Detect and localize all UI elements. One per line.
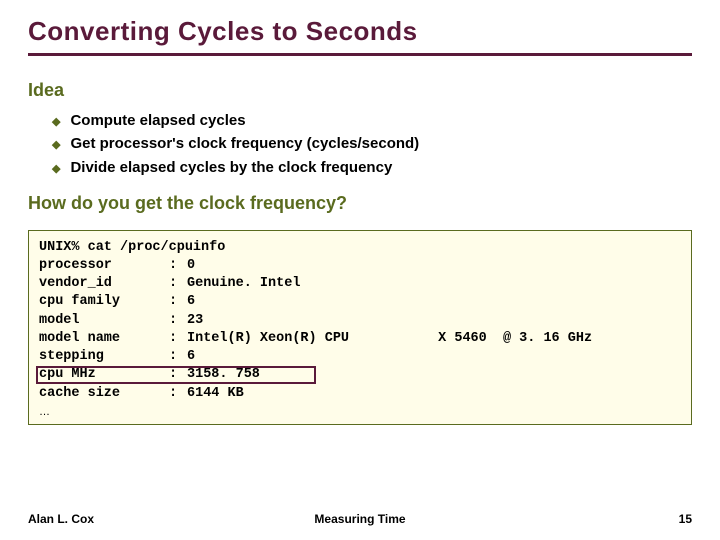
code-colon: :	[169, 275, 187, 293]
code-row: processor : 0	[39, 257, 681, 275]
section-idea: Idea	[28, 80, 692, 101]
bullet-icon: ◆	[52, 114, 60, 131]
code-val: Intel(R) Xeon(R) CPU X 5460 @ 3. 16 GHz	[187, 330, 681, 348]
code-row: model name : Intel(R) Xeon(R) CPU X 5460…	[39, 330, 681, 348]
code-block: UNIX% cat /proc/cpuinfo processor : 0 ve…	[28, 230, 692, 425]
code-key: stepping	[39, 348, 169, 366]
code-colon: :	[169, 330, 187, 348]
code-key: processor	[39, 257, 169, 275]
bullet-item: ◆ Get processor's clock frequency (cycle…	[52, 132, 692, 155]
code-val: 3158. 758	[187, 366, 681, 384]
bullet-icon: ◆	[52, 161, 60, 178]
code-val: 6	[187, 293, 681, 311]
code-key: model name	[39, 330, 169, 348]
code-command: UNIX% cat /proc/cpuinfo	[39, 239, 681, 257]
code-colon: :	[169, 366, 187, 384]
code-key: cache size	[39, 385, 169, 403]
bullet-list: ◆ Compute elapsed cycles ◆ Get processor…	[52, 109, 692, 179]
code-colon: :	[169, 385, 187, 403]
slide-title: Converting Cycles to Seconds	[28, 16, 692, 53]
code-val: 23	[187, 312, 681, 330]
section-question: How do you get the clock frequency?	[28, 193, 692, 214]
code-colon: :	[169, 293, 187, 311]
code-colon: :	[169, 257, 187, 275]
code-row: cpu MHz : 3158. 758	[39, 366, 681, 384]
footer-page-number: 15	[679, 512, 692, 526]
code-key: model	[39, 312, 169, 330]
code-colon: :	[169, 348, 187, 366]
slide-footer: Alan L. Cox Measuring Time 15	[28, 512, 692, 526]
code-key: vendor_id	[39, 275, 169, 293]
code-row: cpu family : 6	[39, 293, 681, 311]
bullet-text: Get processor's clock frequency (cycles/…	[70, 132, 419, 155]
code-val: 6144 KB	[187, 385, 681, 403]
bullet-icon: ◆	[52, 137, 60, 154]
code-row: cache size : 6144 KB	[39, 385, 681, 403]
code-row: stepping : 6	[39, 348, 681, 366]
code-row: vendor_id : Genuine. Intel	[39, 275, 681, 293]
bullet-text: Divide elapsed cycles by the clock frequ…	[70, 156, 392, 179]
code-row: model : 23	[39, 312, 681, 330]
bullet-item: ◆ Divide elapsed cycles by the clock fre…	[52, 156, 692, 179]
bullet-text: Compute elapsed cycles	[70, 109, 245, 132]
code-colon: :	[169, 312, 187, 330]
bullet-item: ◆ Compute elapsed cycles	[52, 109, 692, 132]
code-val: 0	[187, 257, 681, 275]
footer-title: Measuring Time	[314, 512, 405, 526]
code-key: cpu MHz	[39, 366, 169, 384]
code-key: cpu family	[39, 293, 169, 311]
title-underline	[28, 53, 692, 56]
code-val: 6	[187, 348, 681, 366]
footer-author: Alan L. Cox	[28, 512, 94, 526]
code-ellipsis: …	[39, 403, 681, 420]
code-val: Genuine. Intel	[187, 275, 681, 293]
